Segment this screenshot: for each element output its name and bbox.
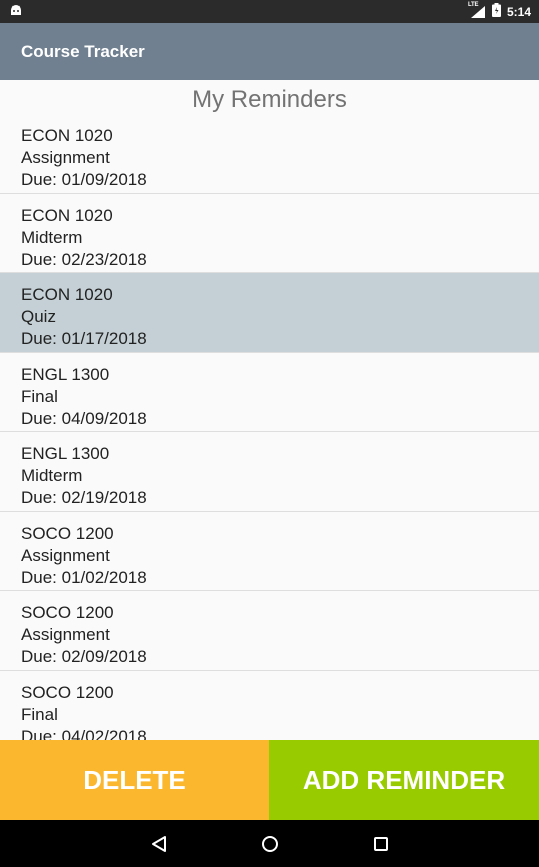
reminders-screen: My Reminders ECON 1020 Assignment Due: 01/… [0, 80, 539, 740]
recents-icon[interactable] [368, 831, 394, 857]
home-icon[interactable] [257, 831, 283, 857]
reminder-due-date: Due: 02/19/2018 [21, 488, 147, 507]
reminder-due-date: Due: 04/02/2018 [21, 726, 147, 741]
reminder-course: ECON 1020 [21, 205, 113, 225]
reminder-due-date: Due: 02/23/2018 [21, 249, 147, 269]
reminder-type: Quiz [21, 307, 56, 326]
list-item[interactable]: SOCO 1200 Final Due: 04/02/2018 [0, 671, 539, 741]
reminder-course: SOCO 1200 [21, 603, 114, 622]
reminder-due-date: Due: 01/09/2018 [21, 170, 147, 189]
reminder-course: SOCO 1200 [21, 523, 114, 543]
reminder-type: Assignment [21, 625, 110, 644]
reminder-due-date: Due: 02/09/2018 [21, 647, 147, 666]
reminder-course: ECON 1020 [21, 285, 113, 304]
clock: 5:14 [506, 4, 531, 19]
reminder-type: Midterm [21, 227, 83, 247]
list-item[interactable]: ENGL 1300 Midterm Due: 02/19/2018 [0, 432, 539, 512]
app-title: Course Tracker [21, 41, 145, 61]
signal-icon: LTE [468, 2, 486, 19]
reminder-due-date: Due: 04/09/2018 [21, 408, 147, 428]
status-bar: LTE 5:14 [0, 0, 539, 23]
reminder-type: Assignment [21, 148, 110, 167]
reminder-due-date: Due: 01/17/2018 [21, 329, 147, 348]
android-icon [10, 3, 22, 21]
reminder-type: Assignment [21, 545, 110, 565]
battery-icon [491, 3, 501, 20]
list-item[interactable]: ENGL 1300 Final Due: 04/09/2018 [0, 353, 539, 432]
page-title: My Reminders [192, 86, 347, 113]
list-item[interactable]: SOCO 1200 Assignment Due: 02/09/2018 [0, 591, 539, 671]
reminder-course: ECON 1020 [21, 126, 113, 145]
reminder-list[interactable]: ECON 1020 Assignment Due: 01/09/2018 ECON 1… [0, 114, 539, 740]
reminder-type: Final [21, 704, 58, 724]
add-reminder-button[interactable]: ADD REMINDER [269, 740, 539, 820]
navigation-bar [0, 820, 539, 867]
app-bar: Course Tracker [0, 23, 539, 80]
reminder-type: Final [21, 386, 58, 406]
reminder-type: Midterm [21, 466, 83, 485]
list-item[interactable]: SOCO 1200 Assignment Due: 01/02/2018 [0, 512, 539, 591]
button-bar: DELETE ADD REMINDER [0, 740, 539, 820]
reminder-due-date: Due: 01/02/2018 [21, 567, 147, 587]
list-item[interactable]: ECON 1020 Midterm Due: 02/23/2018 [0, 194, 539, 273]
delete-button[interactable]: DELETE [0, 740, 269, 820]
reminder-course: SOCO 1200 [21, 682, 114, 702]
list-item[interactable]: ECON 1020 Assignment Due: 01/09/2018 [0, 114, 539, 194]
reminder-course: ENGL 1300 [21, 364, 110, 384]
list-item[interactable]: ECON 1020 Quiz Due: 01/17/2018 [0, 273, 539, 353]
reminder-course: ENGL 1300 [21, 444, 110, 463]
back-icon[interactable] [146, 831, 172, 857]
